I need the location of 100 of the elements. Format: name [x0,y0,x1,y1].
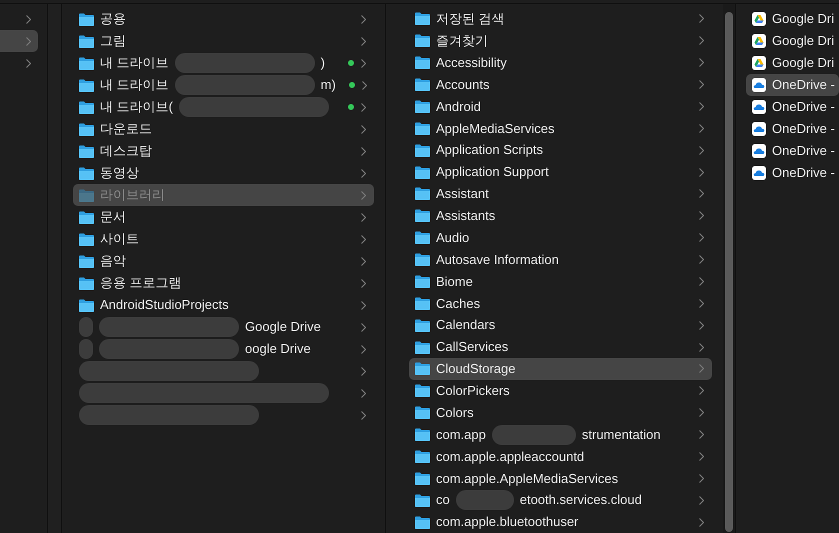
file-row[interactable]: Biome [409,270,712,292]
sync-status-icon [347,59,355,67]
file-row[interactable]: CloudStorage [409,358,712,380]
file-row[interactable]: com.apple.AppleMediaServices [409,467,712,490]
file-row[interactable]: OneDrive - [746,162,839,184]
file-name: AppleMediaServices [436,120,555,138]
file-name: Application Scripts [436,141,543,160]
chevron-icon [699,146,704,155]
folder-icon [415,78,430,92]
folder-icon [79,166,94,180]
file-row[interactable]: Android [409,96,712,118]
column-row[interactable] [0,30,38,52]
chevron-icon [362,80,367,90]
chevron-icon [361,388,366,398]
chevron-icon [699,233,704,242]
file-name: strumentation [582,426,661,444]
folder-icon [79,188,94,202]
folder-icon [415,56,430,70]
file-row[interactable]: 그림 [73,30,374,52]
chevron-icon [361,366,366,376]
chevron-icon [361,212,366,222]
file-row[interactable]: Autosave Information [409,248,712,270]
file-row[interactable]: com.apple.appleaccountd [409,446,712,468]
file-row[interactable]: Accessibility [409,52,712,74]
file-row[interactable]: 저장된 검색 [409,8,712,30]
file-row[interactable]: com.app strumentation [409,424,712,446]
file-row[interactable]: OneDrive - [746,96,839,118]
file-row[interactable]: 데스크탑 [73,140,374,162]
file-row[interactable]: 내 드라이브 m) [73,74,374,96]
file-row[interactable]: 공용 [73,8,374,30]
chevron-icon [699,474,704,483]
file-row[interactable]: Assistant [409,183,712,205]
file-row[interactable]: Audio [409,226,712,249]
file-row[interactable]: Google Dri [746,8,839,30]
chevron-icon [699,430,704,440]
chevron-icon [699,386,704,396]
file-name: Google Dri [772,54,834,72]
sync-status-icon [348,81,356,89]
file-row[interactable]: Google Drive [73,316,374,338]
folder-icon [79,56,94,70]
file-row[interactable]: 내 드라이브 ) [73,52,374,74]
file-name: 다운로드 [100,120,152,138]
chevron-icon [699,496,704,505]
chevron-icon [361,102,366,112]
file-name: OneDrive - [772,98,835,116]
file-name: 응용 프로그램 [100,274,182,292]
file-name: Application Support [436,163,549,182]
file-row[interactable]: 문서 [73,206,374,228]
file-row[interactable]: AppleMediaServices [409,117,712,140]
file-name: CallServices [436,338,508,356]
file-row[interactable]: Caches [409,292,712,314]
file-row[interactable]: Calendars [409,314,712,336]
file-row[interactable]: com.apple.bluetoothuser [409,511,712,533]
folder-icon [415,12,430,26]
file-row[interactable]: OneDrive - [746,74,839,96]
folder-icon [415,231,430,244]
file-row[interactable]: co etooth.services.cloud [409,489,712,512]
folder-icon [79,276,94,290]
file-row[interactable]: oogle Drive [73,338,374,360]
chevron-icon [699,452,704,461]
file-row[interactable]: 다운로드 [73,118,374,140]
file-row[interactable]: AndroidStudioProjects [73,294,374,316]
file-row[interactable]: Assistants [409,204,712,227]
file-row[interactable]: Colors [409,402,712,424]
cloud-icon [752,144,766,158]
file-row[interactable]: Application Support [409,161,712,183]
folder-icon [415,144,430,157]
file-row[interactable]: ColorPickers [409,380,712,402]
file-row[interactable]: Google Dri [746,52,839,74]
folder-icon [415,209,430,222]
file-name: Google Dri [772,10,834,28]
file-name: 내 드라이브 [100,54,169,72]
scrollbar-thumb[interactable] [725,12,733,532]
file-name: Biome [436,272,473,291]
file-row[interactable]: 음악 [73,250,374,272]
folder-icon [79,34,94,48]
file-name: 사이트 [100,230,139,248]
file-row[interactable]: 동영상 [73,162,374,184]
chevron-icon [361,36,366,46]
file-row[interactable]: Application Scripts [409,139,712,162]
chevron-icon [699,320,704,330]
chevron-icon [26,36,31,46]
file-row[interactable]: 응용 프로그램 [73,272,374,294]
file-name: Assistants [436,207,496,226]
file-row[interactable]: 사이트 [73,228,374,250]
file-row[interactable]: Accounts [409,74,712,96]
file-row[interactable]: OneDrive - [746,118,839,140]
folder-icon [415,253,430,266]
file-name: OneDrive - [772,142,835,160]
chevron-icon [361,278,366,288]
chevron-icon [361,58,366,68]
folder-icon [79,78,94,92]
file-row[interactable]: 내 드라이브( [73,96,374,118]
file-row[interactable]: OneDrive - [746,140,839,162]
chevron-icon [699,276,704,286]
file-row[interactable]: CallServices [409,336,712,358]
file-row[interactable]: Google Dri [746,30,839,52]
chevron-icon [699,189,704,198]
file-row[interactable]: 즐겨찾기 [409,30,712,52]
chevron-icon [361,14,366,24]
